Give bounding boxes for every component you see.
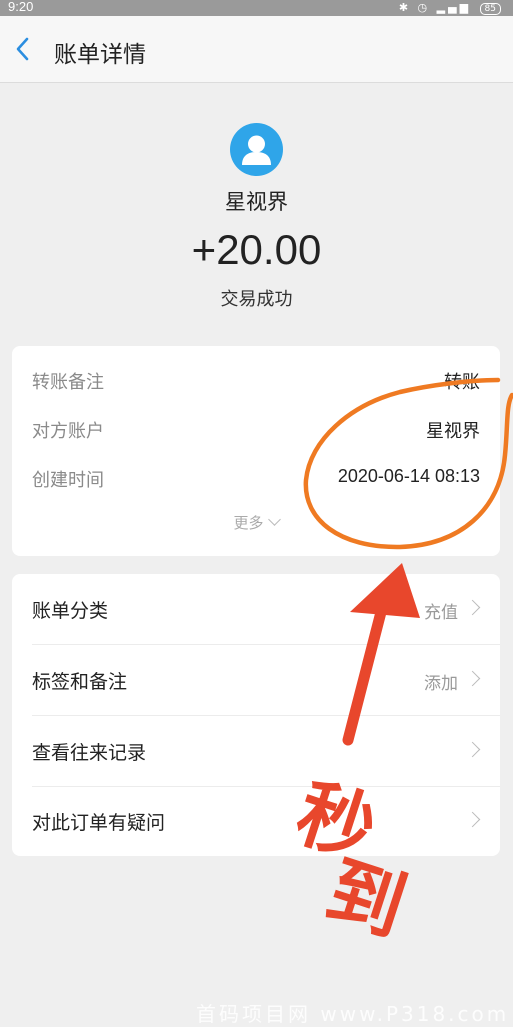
user-icon <box>242 135 271 165</box>
chevron-right-icon <box>464 670 481 687</box>
chevron-down-icon <box>267 513 281 526</box>
more-toggle[interactable]: 更多 <box>12 512 500 533</box>
detail-label: 对方账户 <box>32 421 104 442</box>
detail-row-created: 创建时间 2020-06-14 08:13 <box>12 464 500 492</box>
payee-name: 星视界 <box>225 190 288 214</box>
chevron-right-icon <box>464 741 481 758</box>
detail-row-account: 对方账户 星视界 <box>12 415 500 443</box>
status-time: 9:20 <box>8 0 34 14</box>
status-icons: ✱ ◷ ▂▄▆ 85 <box>399 1 501 15</box>
amount: +20.00 <box>191 226 322 273</box>
action-row-question[interactable]: 对此订单有疑问 <box>12 786 500 856</box>
chevron-right-icon <box>464 599 481 616</box>
action-value: 添加 <box>424 674 458 694</box>
transaction-status: 交易成功 <box>220 289 293 310</box>
back-button[interactable] <box>10 34 40 64</box>
detail-label: 转账备注 <box>32 372 104 393</box>
detail-value: 星视界 <box>426 421 480 442</box>
detail-row-note: 转账备注 转账 <box>12 366 500 394</box>
page-title: 账单详情 <box>54 42 146 68</box>
annotation-char-2: 到 <box>316 844 416 952</box>
status-bar: 9:20 ✱ ◷ ▂▄▆ 85 <box>0 0 513 16</box>
action-label: 对此订单有疑问 <box>32 812 166 834</box>
action-row-history[interactable]: 查看往来记录 <box>12 716 500 786</box>
detail-label: 创建时间 <box>32 470 104 491</box>
avatar <box>230 123 283 176</box>
watermark: 首码项目网 www.P318.com <box>196 1002 510 1026</box>
action-label: 账单分类 <box>32 600 109 622</box>
battery-icon: 85 <box>479 3 501 15</box>
detail-value: 转账 <box>444 372 480 393</box>
chevron-left-icon <box>16 37 29 61</box>
action-row-category[interactable]: 账单分类 充值 <box>12 574 500 644</box>
nav-bar: 账单详情 <box>0 16 513 83</box>
actions-card: 账单分类 充值 标签和备注 添加 查看往来记录 对此订单有疑问 <box>12 574 500 856</box>
action-label: 标签和备注 <box>32 671 128 693</box>
action-row-tags[interactable]: 标签和备注 添加 <box>12 645 500 715</box>
alarm-icon: ◷ <box>417 1 431 14</box>
detail-value: 2020-06-14 08:13 <box>337 466 480 486</box>
chevron-right-icon <box>464 811 481 828</box>
signal-icon: ▂▄▆ <box>436 1 472 14</box>
bluetooth-icon: ✱ <box>398 1 412 14</box>
action-label: 查看往来记录 <box>32 742 147 764</box>
details-card: 转账备注 转账 对方账户 星视界 创建时间 2020-06-14 08:13 更… <box>12 346 500 556</box>
more-label: 更多 <box>233 514 264 532</box>
action-value: 充值 <box>424 603 458 623</box>
